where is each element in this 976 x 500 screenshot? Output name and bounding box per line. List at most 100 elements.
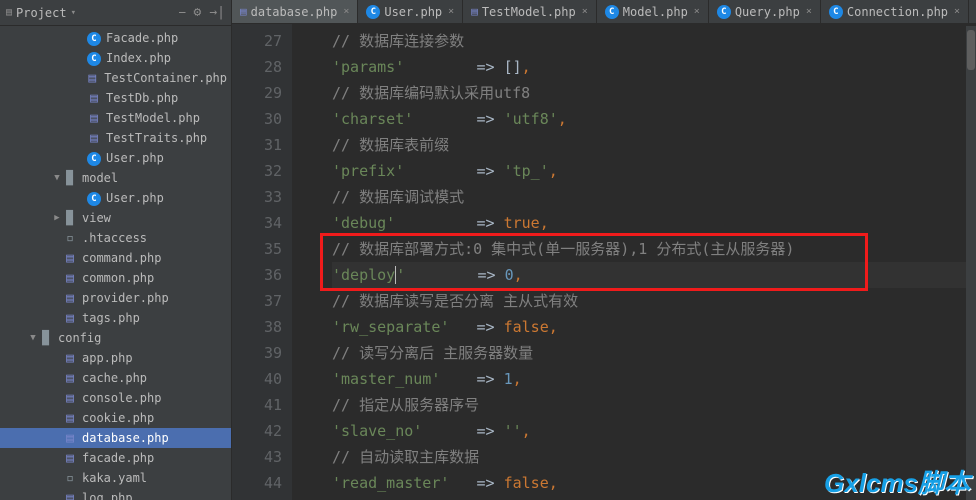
close-icon[interactable]: × [343, 6, 349, 17]
tree-item[interactable]: ▫.htaccess [0, 228, 231, 248]
tree-label: tags.php [82, 311, 140, 325]
tree-item[interactable]: ▤tags.php [0, 308, 231, 328]
code-line[interactable]: 'rw_separate' => false, [332, 314, 976, 340]
line-number[interactable]: 43 [232, 444, 282, 470]
sidebar-title[interactable]: ▤ Project ▾ [6, 6, 179, 20]
tree-item[interactable]: ▤cache.php [0, 368, 231, 388]
tree-arrow-icon[interactable]: ▼ [28, 333, 38, 343]
tree-item[interactable]: ▤console.php [0, 388, 231, 408]
editor-tab[interactable]: CConnection.php× [821, 0, 969, 23]
editor-scrollbar[interactable] [966, 26, 976, 500]
code-line[interactable]: // 数据库连接参数 [332, 28, 976, 54]
line-number[interactable]: 33 [232, 184, 282, 210]
tree-item[interactable]: ▤provider.php [0, 288, 231, 308]
line-number[interactable]: 44 [232, 470, 282, 496]
tree-label: database.php [82, 431, 169, 445]
tree-label: provider.php [82, 291, 169, 305]
editor-tab[interactable]: CUser.php× [358, 0, 463, 23]
tree-label: Index.php [106, 51, 171, 65]
editor-tab[interactable]: CModel.php× [597, 0, 709, 23]
line-number[interactable]: 32 [232, 158, 282, 184]
line-number[interactable]: 34 [232, 210, 282, 236]
code-line[interactable]: // 指定从服务器序号 [332, 392, 976, 418]
line-number[interactable]: 35 [232, 236, 282, 262]
line-number[interactable]: 27 [232, 28, 282, 54]
tree-item[interactable]: ▤common.php [0, 268, 231, 288]
line-number[interactable]: 42 [232, 418, 282, 444]
close-icon[interactable]: × [806, 6, 812, 17]
php-class-icon: C [829, 5, 843, 19]
tree-item[interactable]: ▶▉view [0, 208, 231, 228]
close-icon[interactable]: × [954, 6, 960, 17]
code-editor[interactable]: // 数据库连接参数'params' => [],// 数据库编码默认采用utf… [292, 24, 976, 500]
tree-item[interactable]: ▤log.php [0, 488, 231, 500]
tree-item[interactable]: ▼▉model [0, 168, 231, 188]
line-number[interactable]: 41 [232, 392, 282, 418]
close-icon[interactable]: × [448, 6, 454, 17]
code-line[interactable]: 'charset' => 'utf8', [332, 106, 976, 132]
editor-tabs: ▤database.php×CUser.php×▤TestModel.php×C… [232, 0, 976, 24]
tree-label: view [82, 211, 111, 225]
line-number[interactable]: 28 [232, 54, 282, 80]
tree-item[interactable]: ▤TestDb.php [0, 88, 231, 108]
line-number[interactable]: 37 [232, 288, 282, 314]
tree-item[interactable]: ▤database.php [0, 428, 231, 448]
gutter: 272829303132333435363738394041424344 [232, 24, 292, 500]
tab-label: User.php [384, 5, 442, 19]
code-line[interactable]: // 数据库部署方式:0 集中式(单一服务器),1 分布式(主从服务器) [332, 236, 976, 262]
tree-item[interactable]: ▤command.php [0, 248, 231, 268]
code-line[interactable]: 'params' => [], [332, 54, 976, 80]
tree-item[interactable]: CUser.php [0, 188, 231, 208]
tree-label: command.php [82, 251, 161, 265]
code-line[interactable]: 'prefix' => 'tp_', [332, 158, 976, 184]
tree-item[interactable]: ▤TestContainer.php [0, 68, 231, 88]
code-container: 272829303132333435363738394041424344 // … [232, 24, 976, 500]
project-icon: ▤ [6, 7, 12, 18]
tree-item[interactable]: ▤TestModel.php [0, 108, 231, 128]
scrollbar-thumb[interactable] [967, 30, 975, 70]
line-number[interactable]: 39 [232, 340, 282, 366]
code-line[interactable]: // 读写分离后 主服务器数量 [332, 340, 976, 366]
tree-label: TestDb.php [106, 91, 178, 105]
tree-label: cookie.php [82, 411, 154, 425]
tree-item[interactable]: ▼▉config [0, 328, 231, 348]
tree-label: log.php [82, 491, 133, 500]
close-icon[interactable]: × [582, 6, 588, 17]
tab-label: TestModel.php [482, 5, 576, 19]
code-line[interactable]: // 数据库表前缀 [332, 132, 976, 158]
line-number[interactable]: 31 [232, 132, 282, 158]
close-icon[interactable]: × [694, 6, 700, 17]
tree-item[interactable]: ▤app.php [0, 348, 231, 368]
code-line[interactable]: // 数据库调试模式 [332, 184, 976, 210]
editor-area: ▤database.php×CUser.php×▤TestModel.php×C… [232, 0, 976, 500]
gear-icon[interactable]: ⚙ [194, 5, 202, 20]
tree-item[interactable]: ▤cookie.php [0, 408, 231, 428]
code-line[interactable]: // 数据库读写是否分离 主从式有效 [332, 288, 976, 314]
collapse-icon[interactable]: ⎯ [179, 5, 186, 20]
tree-item[interactable]: ▫kaka.yaml [0, 468, 231, 488]
line-number[interactable]: 36 [232, 262, 282, 288]
line-number[interactable]: 38 [232, 314, 282, 340]
hide-icon[interactable]: →| [209, 5, 225, 20]
tree-label: TestModel.php [106, 111, 200, 125]
line-number[interactable]: 40 [232, 366, 282, 392]
project-tree[interactable]: CFacade.phpCIndex.php▤TestContainer.php▤… [0, 26, 231, 500]
editor-tab[interactable]: CQuery.php× [709, 0, 821, 23]
line-number[interactable]: 30 [232, 106, 282, 132]
code-line[interactable]: 'deploy' => 0, [332, 262, 976, 288]
editor-tab[interactable]: ▤database.php× [232, 0, 358, 23]
tree-item[interactable]: CIndex.php [0, 48, 231, 68]
tree-label: User.php [106, 191, 164, 205]
code-line[interactable]: // 数据库编码默认采用utf8 [332, 80, 976, 106]
code-line[interactable]: 'slave_no' => '', [332, 418, 976, 444]
code-line[interactable]: 'debug' => true, [332, 210, 976, 236]
tree-item[interactable]: CFacade.php [0, 28, 231, 48]
tree-item[interactable]: CUser.php [0, 148, 231, 168]
editor-tab[interactable]: ▤TestModel.php× [463, 0, 597, 23]
tree-item[interactable]: ▤facade.php [0, 448, 231, 468]
code-line[interactable]: 'master_num' => 1, [332, 366, 976, 392]
tree-item[interactable]: ▤TestTraits.php [0, 128, 231, 148]
tree-arrow-icon[interactable]: ▼ [52, 173, 62, 183]
tree-arrow-icon[interactable]: ▶ [52, 213, 62, 223]
line-number[interactable]: 29 [232, 80, 282, 106]
